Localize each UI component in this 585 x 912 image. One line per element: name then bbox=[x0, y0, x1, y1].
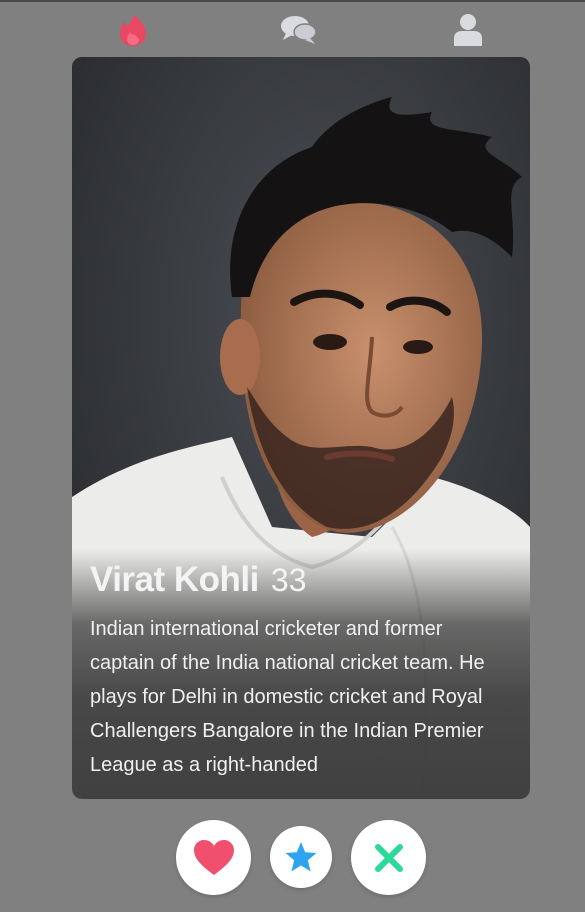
user-icon bbox=[454, 14, 482, 46]
flame-icon bbox=[120, 15, 146, 46]
chat-icon bbox=[281, 16, 317, 44]
profile-info: Virat Kohli 33 Indian international cric… bbox=[90, 560, 510, 782]
like-button[interactable] bbox=[176, 820, 251, 895]
profile-name: Virat Kohli bbox=[90, 560, 259, 599]
profile-age: 33 bbox=[270, 562, 307, 598]
superlike-button[interactable] bbox=[270, 826, 332, 888]
heart-icon bbox=[193, 839, 234, 875]
nav-messages-tab[interactable] bbox=[281, 12, 317, 48]
nav-swipe-tab[interactable] bbox=[115, 12, 151, 48]
name-age-row: Virat Kohli 33 bbox=[90, 560, 510, 600]
top-navigation bbox=[0, 2, 585, 54]
profile-card[interactable]: Virat Kohli 33 Indian international cric… bbox=[72, 57, 530, 799]
profile-bio: Indian international cricketer and forme… bbox=[90, 618, 485, 776]
nav-profile-tab[interactable] bbox=[450, 12, 486, 48]
star-icon bbox=[285, 841, 317, 871]
close-icon bbox=[374, 843, 403, 872]
dislike-button[interactable] bbox=[351, 820, 426, 895]
action-bar bbox=[0, 818, 585, 898]
